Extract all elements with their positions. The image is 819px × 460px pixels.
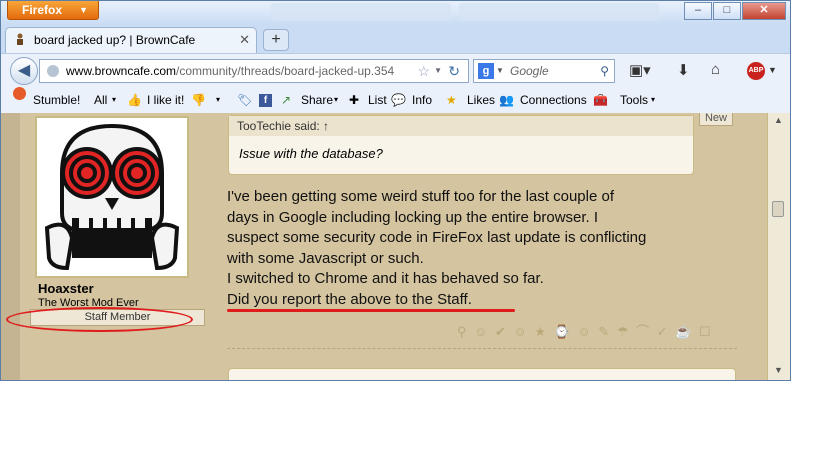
message-line: Did you report the above to the Staff. bbox=[227, 290, 472, 308]
url-path: /community/threads/board-jacked-up.354 bbox=[176, 64, 395, 78]
url-dropdown-icon[interactable]: ▼ bbox=[434, 60, 442, 82]
message-line: I've been getting some weird stuff too f… bbox=[227, 188, 614, 205]
likes-button[interactable]: Likes bbox=[467, 87, 495, 113]
message-line: suspect some security code in FireFox la… bbox=[227, 229, 647, 246]
hypno-skull-avatar-image bbox=[37, 118, 187, 276]
star-icon: ★ bbox=[446, 93, 457, 107]
adblock-icon[interactable]: ABP bbox=[747, 62, 765, 80]
next-post-preview bbox=[228, 368, 736, 380]
scroll-up-icon[interactable]: ▲ bbox=[774, 115, 783, 125]
chevron-down-icon[interactable]: ▾ bbox=[112, 87, 116, 113]
quote-author[interactable]: TooTechie said: ↑ bbox=[229, 116, 693, 136]
stumbleupon-toolbar: Stumble! All ▾ 👍 I like it! 👎 ▾ 🏷 f ↗ Sh… bbox=[1, 87, 790, 113]
red-underline-annotation bbox=[227, 309, 515, 312]
chevron-down-icon[interactable]: ▾ bbox=[651, 87, 655, 113]
search-icon[interactable]: ⚲ bbox=[600, 60, 609, 82]
tab-strip: board jacked up? | BrownCafe ✕ + bbox=[1, 25, 790, 53]
engine-dropdown-icon[interactable]: ▼ bbox=[496, 60, 504, 82]
connections-button[interactable]: Connections bbox=[520, 87, 587, 113]
chevron-down-icon[interactable]: ▾ bbox=[334, 87, 338, 113]
background-window-tab bbox=[271, 3, 451, 21]
firefox-menu-label: Firefox bbox=[22, 3, 63, 17]
chevron-down-icon: ▼ bbox=[79, 5, 88, 15]
share-button[interactable]: Share bbox=[301, 87, 333, 113]
bookmarks-icon[interactable]: ▣▾ bbox=[629, 61, 651, 79]
forum-post: Hoaxster The Worst Mod Ever Staff Member… bbox=[20, 113, 768, 380]
firefox-menu-button[interactable]: Firefox ▼ bbox=[7, 1, 99, 20]
tab-title: board jacked up? | BrownCafe bbox=[34, 33, 196, 47]
back-button[interactable]: ◀ bbox=[10, 57, 38, 85]
reload-icon[interactable]: ↻ bbox=[448, 60, 460, 82]
back-arrow-icon: ◀ bbox=[17, 62, 31, 79]
maximize-button[interactable]: □ bbox=[713, 2, 741, 20]
ilike-button[interactable]: I like it! bbox=[147, 87, 184, 113]
navigation-bar: ◀ www.browncafe.com/community/threads/bo… bbox=[1, 53, 790, 88]
all-dropdown[interactable]: All bbox=[94, 87, 107, 113]
close-window-button[interactable]: ✕ bbox=[742, 2, 786, 20]
tools-button[interactable]: Tools bbox=[620, 87, 648, 113]
bookmark-star-icon[interactable]: ☆ bbox=[417, 60, 430, 82]
search-placeholder: Google bbox=[510, 64, 549, 78]
ups-driver-favicon-icon bbox=[17, 33, 23, 45]
page-content: Hoaxster The Worst Mod Ever Staff Member… bbox=[1, 113, 790, 380]
globe-icon bbox=[47, 65, 59, 77]
url-host: www.browncafe.com bbox=[66, 64, 177, 78]
adblock-dropdown-icon[interactable]: ▼ bbox=[768, 65, 777, 75]
stumbleupon-logo-icon bbox=[13, 87, 26, 100]
tab-board-jacked-up[interactable]: board jacked up? | BrownCafe ✕ bbox=[5, 27, 257, 53]
quote-text: Issue with the database? bbox=[239, 146, 383, 161]
quote-block: TooTechie said: ↑ Issue with the databas… bbox=[228, 115, 694, 175]
new-post-badge: New bbox=[699, 113, 733, 126]
reaction-icons[interactable]: ⚲ ☺ ✔ ☺ ★ ⌚ ☺ ✎ ☂ ⌒ ✓ ☕ ☐ bbox=[457, 321, 713, 340]
connections-icon: 👥 bbox=[499, 93, 514, 107]
home-icon[interactable]: ⌂ bbox=[711, 61, 720, 78]
minimize-button[interactable]: – bbox=[684, 2, 712, 20]
message-line: I switched to Chrome and it has behaved … bbox=[227, 270, 544, 287]
thumbs-up-icon[interactable]: 👍 bbox=[127, 87, 142, 113]
scrollbar-thumb[interactable] bbox=[772, 201, 784, 217]
scroll-down-icon[interactable]: ▼ bbox=[774, 365, 783, 375]
message-line: with some Javascript or such. bbox=[227, 249, 424, 267]
google-engine-icon[interactable]: g bbox=[478, 63, 494, 79]
share-icon: ↗ bbox=[281, 93, 292, 107]
avatar[interactable] bbox=[35, 116, 189, 278]
vertical-scrollbar[interactable]: ▲ ▼ bbox=[767, 113, 790, 380]
search-input[interactable]: g ▼ Google ⚲ bbox=[473, 59, 615, 83]
facebook-icon[interactable]: f bbox=[259, 94, 272, 107]
title-bar: Firefox ▼ – □ ✕ bbox=[1, 1, 790, 25]
info-bubble-icon: 💬 bbox=[391, 93, 406, 107]
close-tab-icon[interactable]: ✕ bbox=[239, 28, 250, 52]
chevron-down-icon[interactable]: ▾ bbox=[216, 87, 220, 113]
tools-icon: 🧰 bbox=[593, 93, 608, 107]
background-window-tab bbox=[459, 3, 659, 21]
info-button[interactable]: Info bbox=[412, 87, 432, 113]
red-ellipse-annotation bbox=[6, 307, 193, 332]
tag-icon[interactable]: 🏷 bbox=[237, 87, 252, 113]
message-body: I've been getting some weird stuff too f… bbox=[227, 187, 707, 310]
address-bar[interactable]: www.browncafe.com/community/threads/boar… bbox=[39, 59, 469, 83]
message-line: days in Google including locking up the … bbox=[227, 208, 599, 226]
new-tab-button[interactable]: + bbox=[263, 29, 289, 51]
list-button[interactable]: List bbox=[368, 87, 387, 113]
post-divider bbox=[227, 348, 737, 349]
username[interactable]: Hoaxster bbox=[38, 281, 94, 296]
stumble-button[interactable]: Stumble! bbox=[33, 87, 80, 113]
list-add-icon: ✚ bbox=[349, 93, 360, 107]
thumbs-down-icon[interactable]: 👎 bbox=[191, 87, 206, 113]
download-icon[interactable]: ⬇ bbox=[677, 61, 690, 79]
